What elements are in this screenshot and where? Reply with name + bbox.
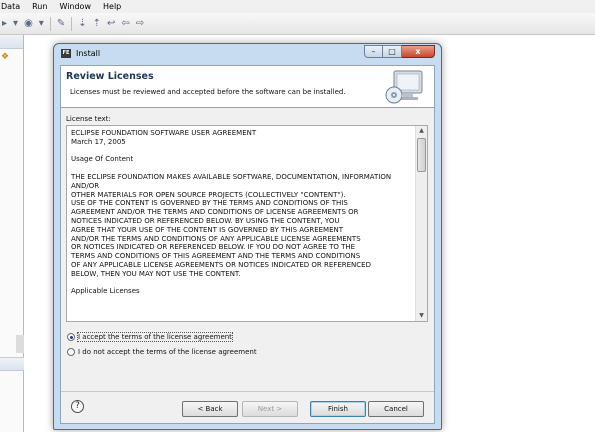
license-text-label: License text: [66, 115, 111, 123]
ide-toolbar: ▸ ▾ ◉ ▾ ✎ ⇣ ⇡ ↩ ⇦ ⇨ [0, 13, 595, 35]
button-bar-separator [61, 391, 434, 392]
scroll-down-icon[interactable]: ▼ [416, 311, 427, 321]
view-header-lower [0, 357, 24, 371]
pen-icon[interactable]: ✎ [57, 18, 65, 30]
menu-data[interactable]: Data [0, 2, 21, 11]
decline-radio-label[interactable]: I do not accept the terms of the license… [78, 348, 257, 356]
decline-radio[interactable] [67, 348, 75, 356]
debug-icon[interactable]: ▸ [2, 18, 7, 30]
page-description: Licenses must be reviewed and accepted b… [70, 88, 346, 96]
install-dialog: FE Install – □ x Review Licenses License… [53, 43, 442, 430]
install-wizard-icon [385, 70, 423, 104]
view-header [0, 35, 23, 49]
scroll-thumb[interactable] [417, 138, 426, 172]
run-icon[interactable]: ◉ [24, 18, 33, 30]
prev-annotation-icon[interactable]: ⇡ [93, 18, 101, 30]
cancel-button[interactable]: Cancel [368, 401, 424, 417]
license-scrollbar[interactable]: ▲ ▼ [415, 126, 427, 321]
menu-help[interactable]: Help [102, 2, 122, 11]
menu-bar: Data Run Window Help [0, 0, 595, 13]
package-icon[interactable]: ❖ [1, 52, 9, 62]
toolbar-separator [71, 16, 73, 31]
back-button[interactable]: < Back [182, 401, 238, 417]
next-button[interactable]: Next > [242, 401, 298, 417]
minimize-button[interactable]: – [364, 45, 383, 58]
license-text-area[interactable]: ECLIPSE FOUNDATION SOFTWARE USER AGREEME… [66, 125, 428, 322]
next-annotation-icon[interactable]: ⇣ [78, 18, 86, 30]
accept-radio[interactable] [67, 333, 75, 341]
back-nav-icon[interactable]: ⇦ [121, 18, 129, 30]
page-title: Review Licenses [66, 71, 154, 82]
dialog-title: Install [76, 49, 101, 58]
close-button[interactable]: x [402, 45, 435, 58]
app-icon: FE [61, 49, 71, 58]
dialog-client-area: Review Licenses Licenses must be reviewe… [60, 65, 435, 424]
license-text-content: ECLIPSE FOUNDATION SOFTWARE USER AGREEME… [71, 129, 392, 296]
window-controls: – □ x [364, 45, 435, 58]
dropdown-arrow-icon[interactable]: ▾ [39, 18, 44, 30]
forward-nav-icon[interactable]: ⇨ [136, 18, 144, 30]
pane-scrollbar[interactable] [16, 335, 24, 353]
accept-radio-label[interactable]: I accept the terms of the license agreem… [77, 332, 233, 342]
menu-run[interactable]: Run [31, 2, 48, 11]
last-edit-icon[interactable]: ↩ [107, 18, 115, 30]
dropdown-arrow-icon[interactable]: ▾ [13, 18, 18, 30]
toolbar-separator [49, 16, 51, 31]
menu-window[interactable]: Window [58, 2, 92, 11]
maximize-button[interactable]: □ [383, 45, 402, 58]
finish-button[interactable]: Finish [310, 401, 366, 417]
dialog-titlebar[interactable]: FE Install – □ x [54, 44, 441, 64]
help-icon[interactable]: ? [71, 400, 84, 413]
accept-option[interactable]: I accept the terms of the license agreem… [67, 332, 233, 342]
decline-option[interactable]: I do not accept the terms of the license… [67, 348, 257, 356]
scroll-up-icon[interactable]: ▲ [416, 126, 427, 136]
wizard-banner: Review Licenses Licenses must be reviewe… [61, 66, 434, 108]
left-view-pane: ❖ [0, 35, 24, 432]
